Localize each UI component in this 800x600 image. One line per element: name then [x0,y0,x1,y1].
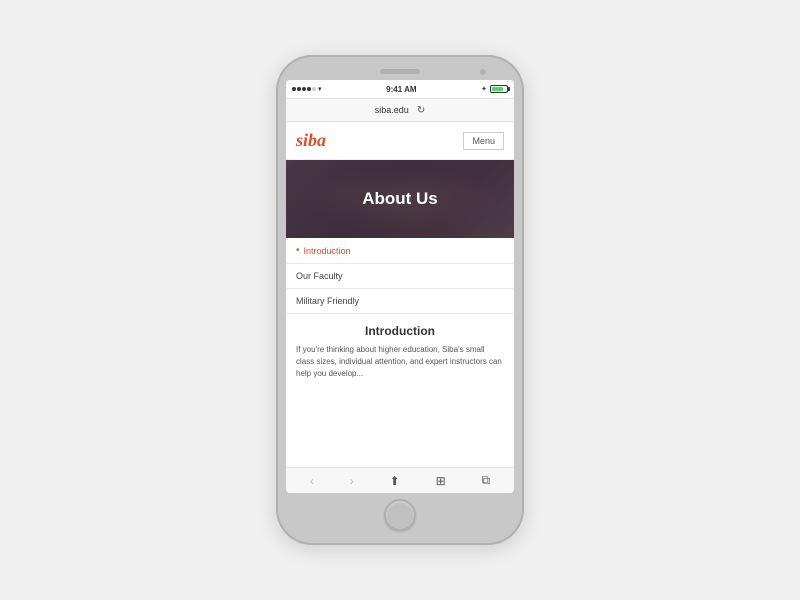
content-title: Introduction [296,324,504,338]
nav-section: • Introduction Our Faculty Military Frie… [286,238,514,314]
menu-button[interactable]: Menu [463,132,504,150]
dot5 [312,87,316,91]
tabs-button[interactable]: ⧉ [481,473,490,488]
content-body: If you're thinking about higher educatio… [296,344,504,380]
hero-title: About Us [362,189,438,209]
status-right: ✦ [481,85,508,93]
main-content: Introduction If you're thinking about hi… [286,314,514,467]
status-time: 9:41 AM [386,85,416,94]
nav-item-faculty[interactable]: Our Faculty [286,264,514,289]
dot1 [292,87,296,91]
bluetooth-icon: ✦ [481,85,487,93]
address-bar[interactable]: siba.edu ↻ [286,98,514,122]
back-button[interactable]: ‹ [310,474,314,488]
battery-fill [492,87,503,91]
dot2 [297,87,301,91]
phone-frame: ▾ 9:41 AM ✦ siba.edu ↻ siba Menu [276,55,524,545]
hero-section: About Us [286,160,514,238]
phone-camera [480,69,486,75]
browser-bottom-bar: ‹ › ⬆ ⊞ ⧉ [286,467,514,493]
website-content: siba Menu About Us • Introduction Our Fa… [286,122,514,493]
nav-label-faculty: Our Faculty [296,271,343,281]
nav-label-introduction: Introduction [304,246,351,256]
phone-speaker [380,69,420,74]
phone-screen: ▾ 9:41 AM ✦ siba.edu ↻ siba Menu [286,80,514,493]
status-left: ▾ [292,85,322,93]
bookmarks-button[interactable]: ⊞ [436,474,446,488]
site-header: siba Menu [286,122,514,160]
battery [490,85,508,93]
url-text: siba.edu [375,105,409,115]
share-button[interactable]: ⬆ [390,474,400,488]
dot4 [307,87,311,91]
nav-item-military[interactable]: Military Friendly [286,289,514,314]
forward-button[interactable]: › [350,474,354,488]
wifi-icon: ▾ [318,85,322,93]
status-bar: ▾ 9:41 AM ✦ [286,80,514,98]
refresh-icon[interactable]: ↻ [417,105,425,116]
nav-bullet: • [296,245,300,256]
nav-label-military: Military Friendly [296,296,359,306]
site-logo: siba [296,130,326,151]
signal-dots [292,87,316,91]
nav-item-introduction[interactable]: • Introduction [286,238,514,264]
home-button[interactable] [384,499,416,531]
dot3 [302,87,306,91]
phone-top-bar [286,69,514,74]
